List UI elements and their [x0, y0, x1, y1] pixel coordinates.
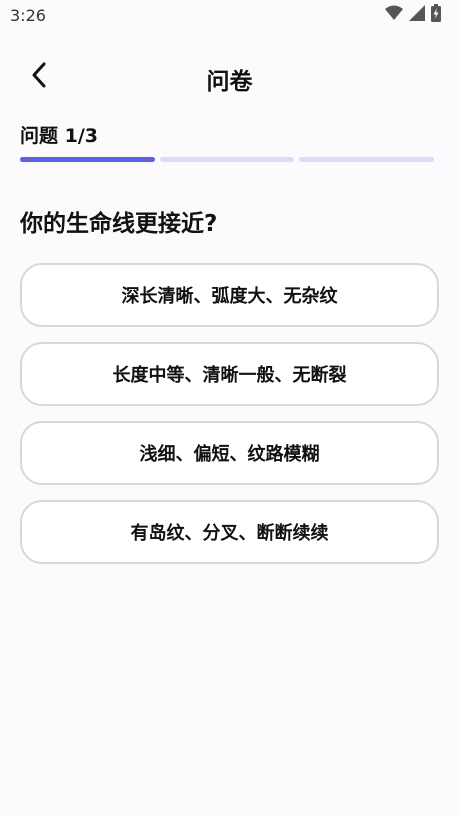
question-text: 你的生命线更接近? — [20, 211, 218, 237]
option-button[interactable]: 深长清晰、弧度大、无杂纹 — [20, 263, 439, 327]
option-button[interactable]: 有岛纹、分叉、断断续续 — [20, 500, 439, 564]
cellular-signal-icon — [409, 5, 425, 25]
option-button[interactable]: 浅细、偏短、纹路模糊 — [20, 421, 439, 485]
progress-segment-pending — [159, 157, 295, 162]
question-counter: 问题 1/3 — [20, 125, 98, 147]
wifi-icon — [385, 5, 403, 25]
option-button[interactable]: 长度中等、清晰一般、无断裂 — [20, 342, 439, 406]
status-icons — [385, 4, 441, 26]
progress-segment-complete — [20, 157, 155, 162]
battery-charging-icon — [431, 4, 441, 26]
status-bar: 3:26 — [0, 0, 459, 32]
options-list: 深长清晰、弧度大、无杂纹 长度中等、清晰一般、无断裂 浅细、偏短、纹路模糊 有岛… — [20, 263, 439, 579]
status-time: 3:26 — [10, 6, 46, 25]
progress-bar — [20, 157, 435, 163]
progress-segment-pending — [299, 157, 435, 162]
page-title: 问卷 — [206, 69, 253, 95]
app-bar: 问卷 — [0, 52, 459, 102]
